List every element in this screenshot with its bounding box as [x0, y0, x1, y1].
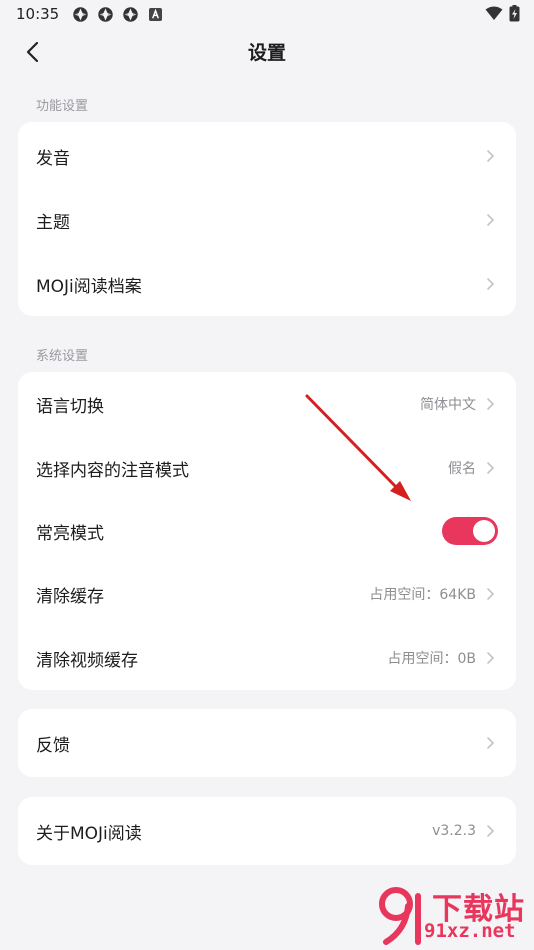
watermark-logo: 下载站 91xz.net [378, 882, 528, 948]
settings-item-theme[interactable]: 主题 [18, 188, 516, 252]
settings-item-label: 发音 [36, 148, 70, 169]
settings-item-value: v3.2.3 [432, 823, 476, 839]
section-label-system: 系统设置 [36, 349, 89, 364]
status-right-icons [485, 5, 520, 26]
chevron-right-icon [484, 824, 496, 838]
function-settings-card: 发音 主题 MOJi阅读档案 [18, 122, 516, 316]
settings-item-label: 主题 [36, 212, 70, 233]
keyboard-a-icon [146, 5, 164, 23]
keep-screen-on-toggle[interactable] [442, 517, 498, 545]
settings-item-value: 简体中文 [420, 397, 476, 413]
chevron-right-icon [484, 213, 496, 227]
nav-bar: 设置 [0, 28, 534, 76]
battery-charging-icon [509, 5, 520, 26]
app-notification-icon [71, 5, 89, 23]
settings-item-label: MOJi阅读档案 [36, 276, 142, 297]
chevron-right-icon [484, 461, 496, 475]
system-settings-card: 语言切换 简体中文 选择内容的注音模式 假名 常亮模式 清除缓存 占用空间：64… [18, 372, 516, 690]
status-bar: 10:35 [0, 0, 534, 28]
wifi-icon [485, 6, 503, 25]
section-label-function: 功能设置 [36, 99, 89, 114]
settings-item-clear-video-cache[interactable]: 清除视频缓存 占用空间：0B [18, 626, 516, 690]
chevron-right-icon [484, 149, 496, 163]
settings-item-pronunciation[interactable]: 发音 [18, 124, 516, 188]
app-notification-icon [121, 5, 139, 23]
about-card: 关于MOJi阅读 v3.2.3 [18, 797, 516, 865]
toggle-knob [473, 520, 495, 542]
settings-item-value: 占用空间：0B [387, 651, 476, 667]
settings-item-label: 清除缓存 [36, 586, 104, 607]
settings-item-label: 选择内容的注音模式 [36, 460, 189, 481]
chevron-right-icon [484, 651, 496, 665]
settings-item-label: 关于MOJi阅读 [36, 823, 142, 844]
settings-item-keep-screen-on: 常亮模式 [18, 499, 516, 563]
settings-item-language[interactable]: 语言切换 简体中文 [18, 372, 516, 436]
chevron-right-icon [484, 736, 496, 750]
chevron-right-icon [484, 277, 496, 291]
watermark-text-bottom: 91xz.net [424, 920, 516, 942]
settings-item-ruby-mode[interactable]: 选择内容的注音模式 假名 [18, 436, 516, 500]
settings-item-label: 常亮模式 [36, 523, 104, 544]
settings-item-feedback[interactable]: 反馈 [18, 711, 516, 775]
app-notification-icon [96, 5, 114, 23]
settings-item-value: 占用空间：64KB [369, 587, 476, 603]
settings-item-label: 反馈 [36, 735, 70, 756]
settings-item-label: 语言切换 [36, 396, 104, 417]
settings-item-label: 清除视频缓存 [36, 650, 138, 671]
chevron-right-icon [484, 587, 496, 601]
status-time: 10:35 [16, 5, 60, 23]
chevron-right-icon [484, 397, 496, 411]
watermark-91-icon [379, 887, 421, 945]
page-title: 设置 [247, 42, 286, 64]
settings-item-value: 假名 [448, 461, 476, 477]
settings-item-reading-profile[interactable]: MOJi阅读档案 [18, 252, 516, 316]
settings-item-clear-cache[interactable]: 清除缓存 占用空间：64KB [18, 562, 516, 626]
settings-item-about[interactable]: 关于MOJi阅读 v3.2.3 [18, 799, 516, 863]
feedback-card: 反馈 [18, 709, 516, 777]
